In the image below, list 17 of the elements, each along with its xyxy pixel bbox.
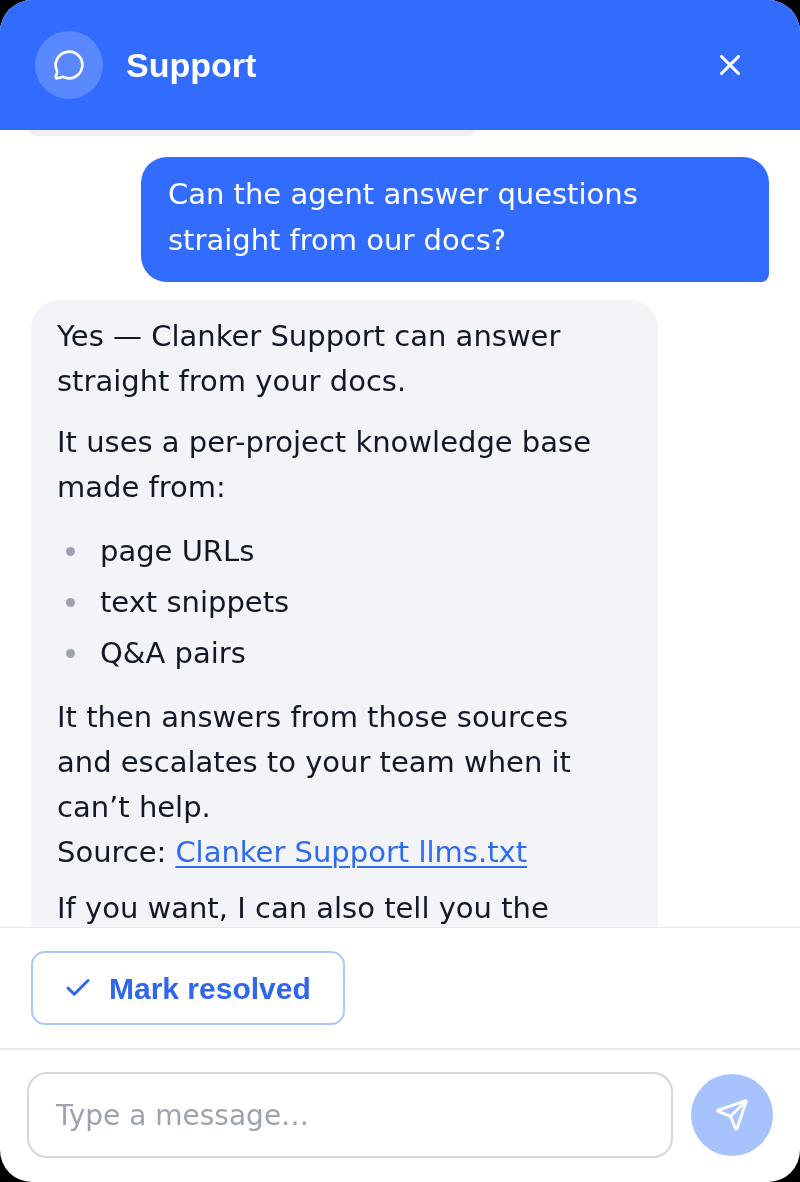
bullet-icon bbox=[66, 598, 75, 607]
bullet-icon bbox=[66, 547, 75, 556]
message-text: If you want, I can also tell you the bbox=[57, 891, 550, 925]
source-label: Source: bbox=[57, 834, 167, 871]
send-icon bbox=[715, 1098, 749, 1132]
message-input[interactable]: Type a message… bbox=[27, 1072, 673, 1158]
user-message-bubble: Can the agent answer questions straight from our docs? bbox=[141, 157, 769, 282]
list-item-text: text snippets bbox=[100, 584, 290, 621]
message-text: It then answers from those sources and escalates to your team when it can’t help. bbox=[57, 699, 572, 826]
list-item-text: page URLs bbox=[100, 533, 255, 570]
source-link[interactable]: Clanker Support llms.txt bbox=[175, 830, 528, 875]
mark-resolved-button[interactable]: Mark resolved bbox=[31, 951, 345, 1025]
list-item-text: Q&A pairs bbox=[100, 635, 246, 672]
message-text: Yes — Clanker Support can answer straight from your docs. bbox=[57, 318, 562, 400]
bullet-icon bbox=[66, 649, 75, 658]
message-text: It uses a per-project knowledge base made from: bbox=[57, 424, 592, 506]
window-title: Support bbox=[126, 44, 257, 86]
